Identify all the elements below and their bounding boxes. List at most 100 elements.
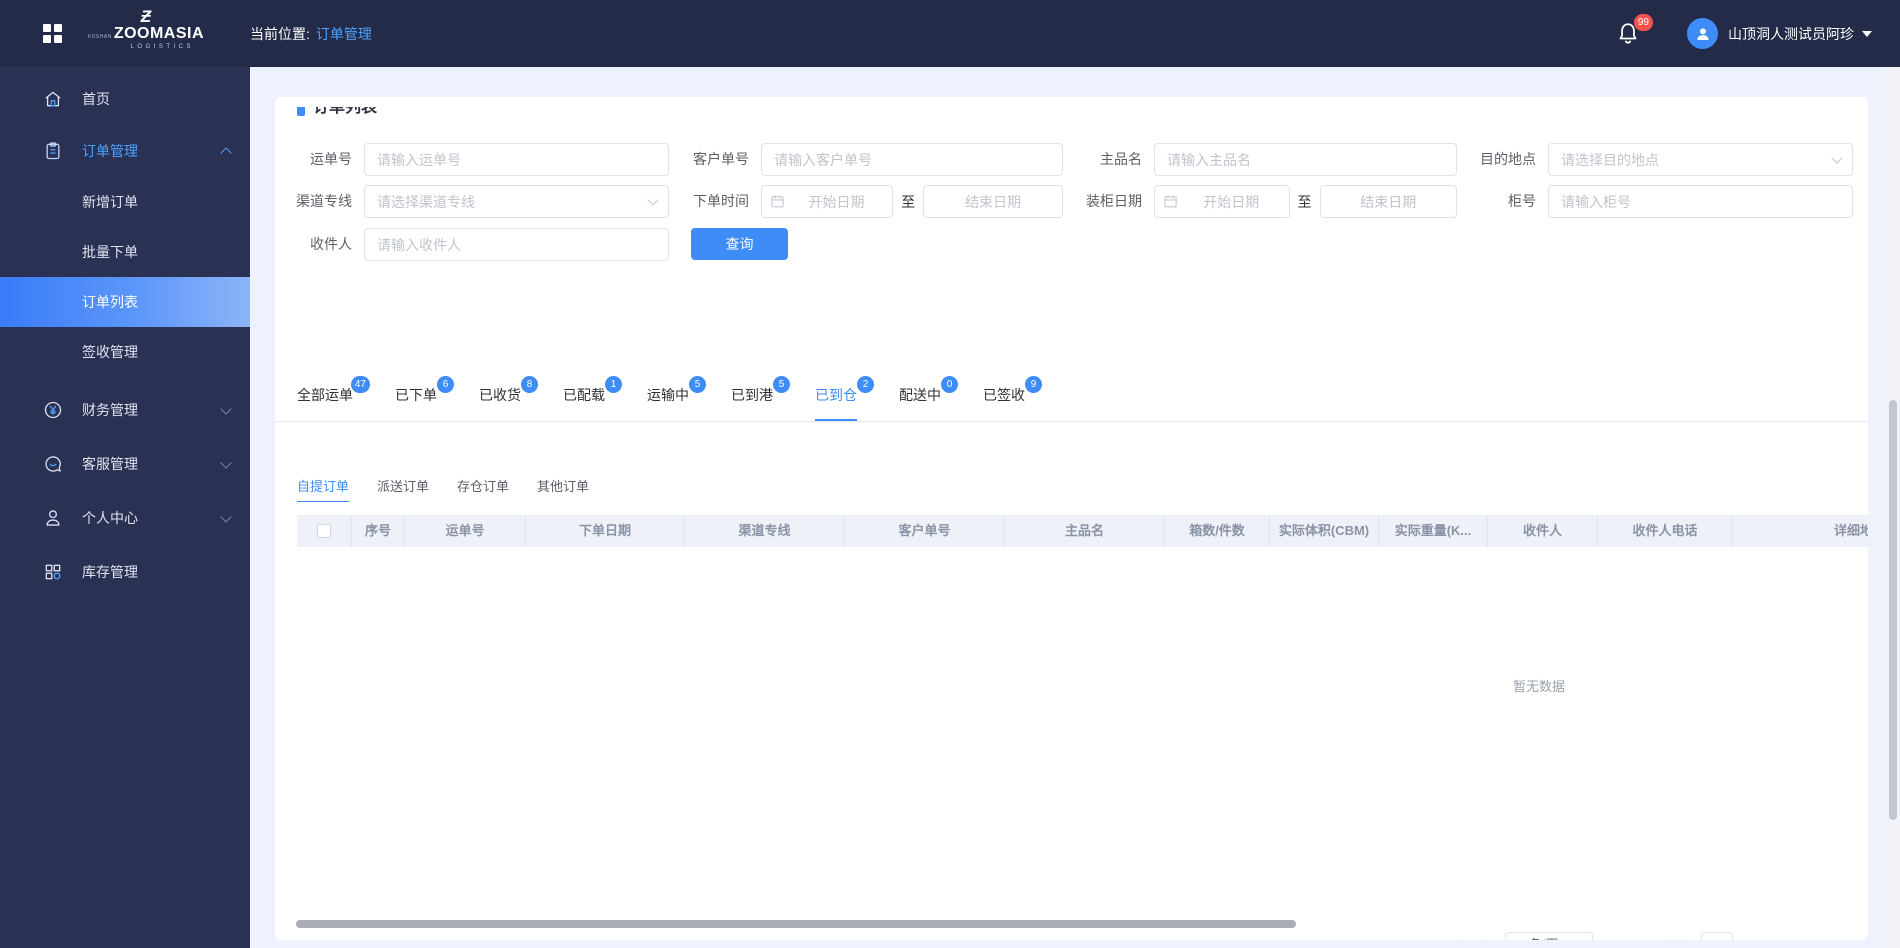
user-caret-down-icon[interactable]: [1862, 30, 1872, 37]
vertical-scrollbar-thumb[interactable]: [1889, 400, 1897, 820]
tab-count-badge: 47: [350, 376, 370, 393]
calendar-icon: [771, 195, 784, 208]
container-date-start-input[interactable]: [1182, 193, 1281, 210]
filter-label: 装柜日期: [1086, 193, 1142, 209]
search-button[interactable]: 查询: [691, 228, 788, 260]
sidebar-item-label: 首页: [82, 91, 110, 107]
sidebar-item-personal-center[interactable]: 个人中心: [0, 491, 250, 545]
filter-label: 目的地点: [1480, 151, 1536, 167]
sidebar-item-batch-order[interactable]: 批量下单: [0, 227, 250, 277]
filter-order-time: 下单时间 至: [693, 185, 1063, 218]
chat-icon: [43, 454, 63, 474]
tab-all-waybills[interactable]: 全部运单 47: [297, 376, 370, 421]
chevron-up-icon: [220, 147, 232, 159]
sidebar-item-label: 订单列表: [82, 294, 138, 310]
card-title-clipped: 订单列表: [297, 107, 557, 117]
column-header: 实际体积(CBM): [1270, 515, 1379, 547]
prev-page-button[interactable]: ‹: [1603, 937, 1608, 941]
tab-count-badge: 2: [857, 376, 874, 393]
notifications-button[interactable]: 99: [1615, 13, 1653, 48]
filter-destination: 目的地点: [1480, 143, 1853, 176]
subtab-other[interactable]: 其他订单: [537, 476, 589, 502]
tab-arrived-warehouse[interactable]: 已到仓 2: [815, 376, 874, 421]
date-range-to: 至: [901, 193, 916, 210]
waybill-input[interactable]: [364, 143, 669, 176]
subtab-self-pickup[interactable]: 自提订单: [297, 476, 350, 502]
tab-ordered[interactable]: 已下单 6: [395, 376, 454, 421]
sidebar-item-sign-management[interactable]: 签收管理: [0, 327, 250, 377]
column-header: 详细地址: [1733, 515, 1868, 547]
sidebar-item-inventory[interactable]: 库存管理: [0, 545, 250, 599]
product-input[interactable]: [1154, 143, 1457, 176]
select-all-checkbox[interactable]: [317, 524, 331, 538]
sidebar-item-label: 新增订单: [82, 194, 138, 210]
chevron-down-icon: [220, 402, 232, 415]
order-type-tabs: 自提订单 派送订单 存仓订单 其他订单: [297, 476, 589, 502]
tab-in-transit[interactable]: 运输中 5: [647, 376, 706, 421]
tab-received[interactable]: 已收货 8: [479, 376, 538, 421]
page-size-select[interactable]: 20条/页: [1505, 932, 1594, 940]
tab-delivering[interactable]: 配送中 0: [899, 376, 958, 421]
tab-signed[interactable]: 已签收 9: [983, 376, 1042, 421]
pagination-total: 共 0 条: [1455, 936, 1495, 941]
apps-grid-icon[interactable]: [43, 24, 63, 44]
sidebar-item-label: 财务管理: [82, 402, 138, 418]
app-root: Ƶ FOSHAN ZOOMASIA LOGISTICS 当前位置: 订单管理 9…: [0, 0, 1900, 948]
breadcrumb-link[interactable]: 订单管理: [316, 24, 372, 44]
sidebar-item-customer-service[interactable]: 客服管理: [0, 437, 250, 491]
sidebar-item-new-order[interactable]: 新增订单: [0, 177, 250, 227]
pagination: 共 0 条 20条/页 ‹ 1 › 前往 页: [1455, 931, 1757, 940]
filter-label: 客户单号: [693, 151, 749, 167]
topbar: Ƶ FOSHAN ZOOMASIA LOGISTICS 当前位置: 订单管理 9…: [0, 0, 1900, 67]
current-page-button[interactable]: 1: [1618, 938, 1640, 941]
filter-label: 收件人: [310, 236, 352, 252]
column-header: 收件人: [1488, 515, 1598, 547]
empty-state-text: 暂无数据: [1512, 679, 1566, 694]
home-icon: [43, 89, 63, 109]
avatar[interactable]: [1687, 18, 1718, 49]
filter-waybill: 运单号: [310, 143, 669, 176]
order-time-end-input[interactable]: [932, 193, 1054, 210]
customer-no-input[interactable]: [761, 143, 1063, 176]
person-icon: [43, 508, 63, 528]
channel-select[interactable]: [364, 185, 669, 218]
next-page-button[interactable]: ›: [1650, 937, 1655, 941]
tab-arrived-port[interactable]: 已到港 5: [731, 376, 790, 421]
subtab-delivery[interactable]: 派送订单: [377, 476, 429, 502]
filter-product: 主品名: [1100, 143, 1457, 176]
column-header: 实际重量(K...: [1379, 515, 1488, 547]
receiver-input[interactable]: [364, 228, 669, 261]
main-content: 订单列表 运单号 客户单号 主品名 目的地点: [250, 67, 1900, 948]
tab-count-badge: 1: [605, 376, 622, 393]
sidebar-item-order-management[interactable]: 订单管理: [0, 125, 250, 177]
sidebar-item-label: 客服管理: [82, 456, 138, 472]
avatar-person-icon: [1696, 27, 1709, 40]
sidebar: 首页 订单管理 新增订单 批量下单 订单列表 签收管理 财务管理 客服管理 个人…: [0, 67, 250, 948]
subtab-storage[interactable]: 存仓订单: [457, 476, 509, 502]
sidebar-item-finance[interactable]: 财务管理: [0, 383, 250, 437]
destination-select[interactable]: [1548, 143, 1853, 176]
container-date-end-input[interactable]: [1328, 193, 1448, 210]
filter-customer-no: 客户单号: [693, 143, 1063, 176]
table-header: 序号 运单号 下单日期 渠道专线 客户单号 主品名 箱数/件数 实际体积(CBM…: [297, 515, 1868, 547]
status-tabs: 全部运单 47 已下单 6 已收货 8 已配载 1 运输中 5 已到港 5 已到仓 2 配送中…: [297, 376, 1042, 421]
sidebar-item-home[interactable]: 首页: [0, 73, 250, 125]
brand-pre: FOSHAN: [87, 34, 112, 40]
order-time-start-input[interactable]: [789, 193, 885, 210]
sidebar-item-label: 签收管理: [82, 344, 138, 360]
horizontal-scrollbar-thumb[interactable]: [296, 920, 1296, 928]
username[interactable]: 山顶洞人测试员阿珍: [1728, 24, 1854, 44]
goto-unit: 页: [1743, 936, 1756, 941]
column-header: 序号: [352, 515, 405, 547]
goto-page-input[interactable]: [1701, 932, 1734, 940]
sidebar-item-label: 订单管理: [82, 143, 138, 159]
container-no-input[interactable]: [1548, 185, 1853, 218]
card-title-text: 订单列表: [313, 107, 378, 116]
tab-loaded[interactable]: 已配载 1: [563, 376, 622, 421]
tabs-divider: [275, 421, 1868, 422]
filter-label: 运单号: [310, 151, 352, 167]
goto-label: 前往: [1665, 936, 1691, 941]
tab-count-badge: 5: [773, 376, 790, 393]
sidebar-item-order-list[interactable]: 订单列表: [0, 277, 250, 327]
vertical-scrollbar[interactable]: [1886, 67, 1900, 948]
